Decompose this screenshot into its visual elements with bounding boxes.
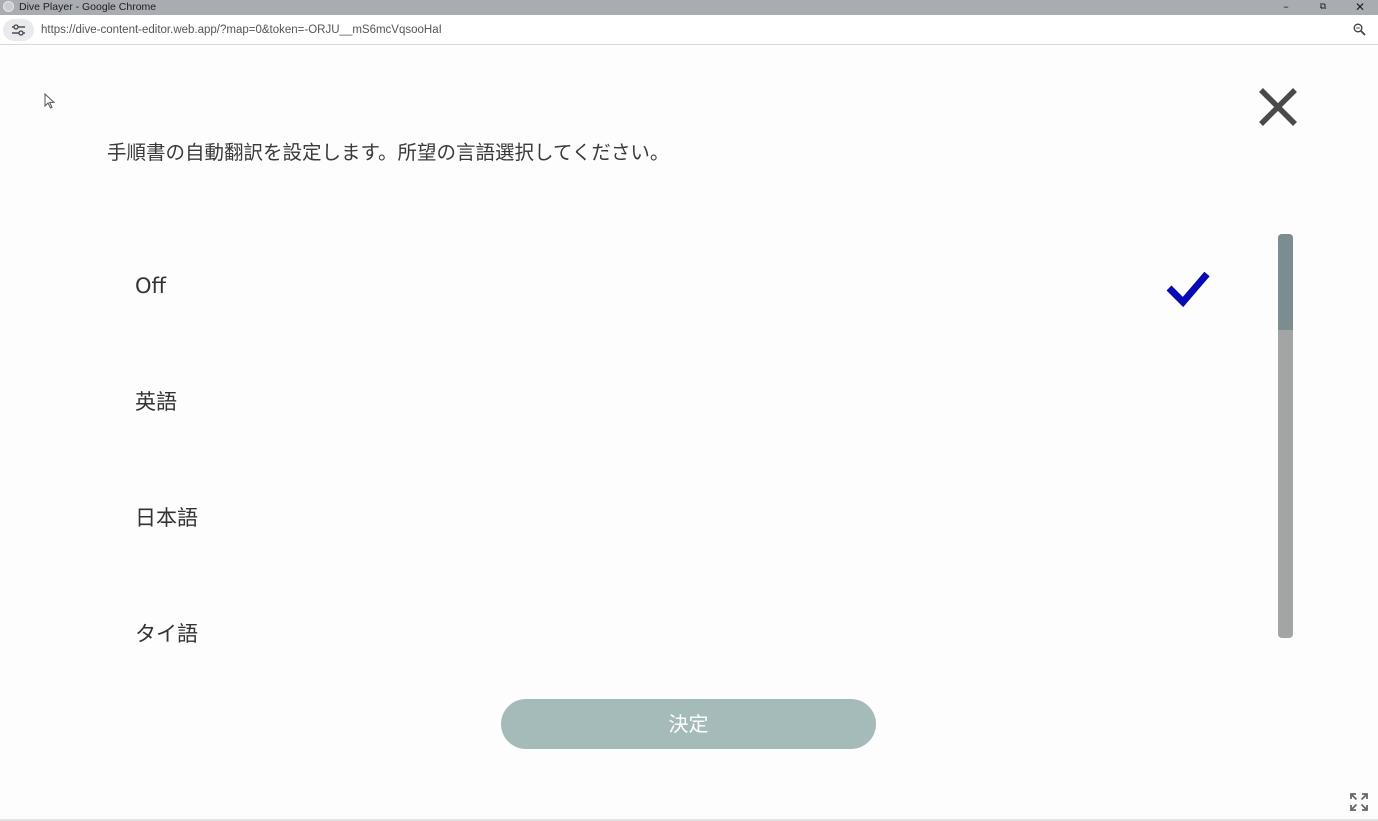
scrollbar-thumb[interactable]	[1278, 234, 1293, 330]
language-option-off[interactable]: Off	[0, 256, 1240, 316]
cursor-icon	[44, 93, 56, 109]
site-settings-button[interactable]	[3, 19, 34, 41]
language-option-thai[interactable]: タイ語	[0, 604, 1240, 664]
checkmark-icon	[1166, 271, 1210, 308]
site-settings-icon	[12, 24, 25, 36]
language-option-label: 日本語	[135, 506, 198, 530]
language-option-japanese[interactable]: 日本語	[0, 488, 1240, 548]
instruction-text: 手順書の自動翻訳を設定します。所望の言語選択してください。	[107, 141, 670, 164]
fullscreen-icon[interactable]	[1349, 792, 1369, 812]
window-title-bar: Dive Player - Google Chrome – ⧉ ✕	[0, 0, 1378, 15]
minimize-button[interactable]: –	[1276, 0, 1296, 15]
language-option-label: Off	[135, 274, 166, 298]
window-title: Dive Player - Google Chrome	[19, 1, 157, 13]
window-close-button[interactable]: ✕	[1350, 0, 1370, 15]
app-icon	[3, 1, 14, 12]
language-option-label: タイ語	[135, 622, 198, 646]
close-icon[interactable]	[1257, 86, 1299, 128]
restore-button[interactable]: ⧉	[1313, 0, 1333, 15]
url-text[interactable]: https://dive-content-editor.web.app/?map…	[41, 23, 442, 37]
address-bar: https://dive-content-editor.web.app/?map…	[0, 15, 1378, 45]
confirm-button[interactable]: 決定	[501, 699, 876, 749]
language-option-label: 英語	[135, 390, 177, 414]
language-option-english[interactable]: 英語	[0, 372, 1240, 432]
zoom-icon[interactable]	[1353, 23, 1366, 36]
